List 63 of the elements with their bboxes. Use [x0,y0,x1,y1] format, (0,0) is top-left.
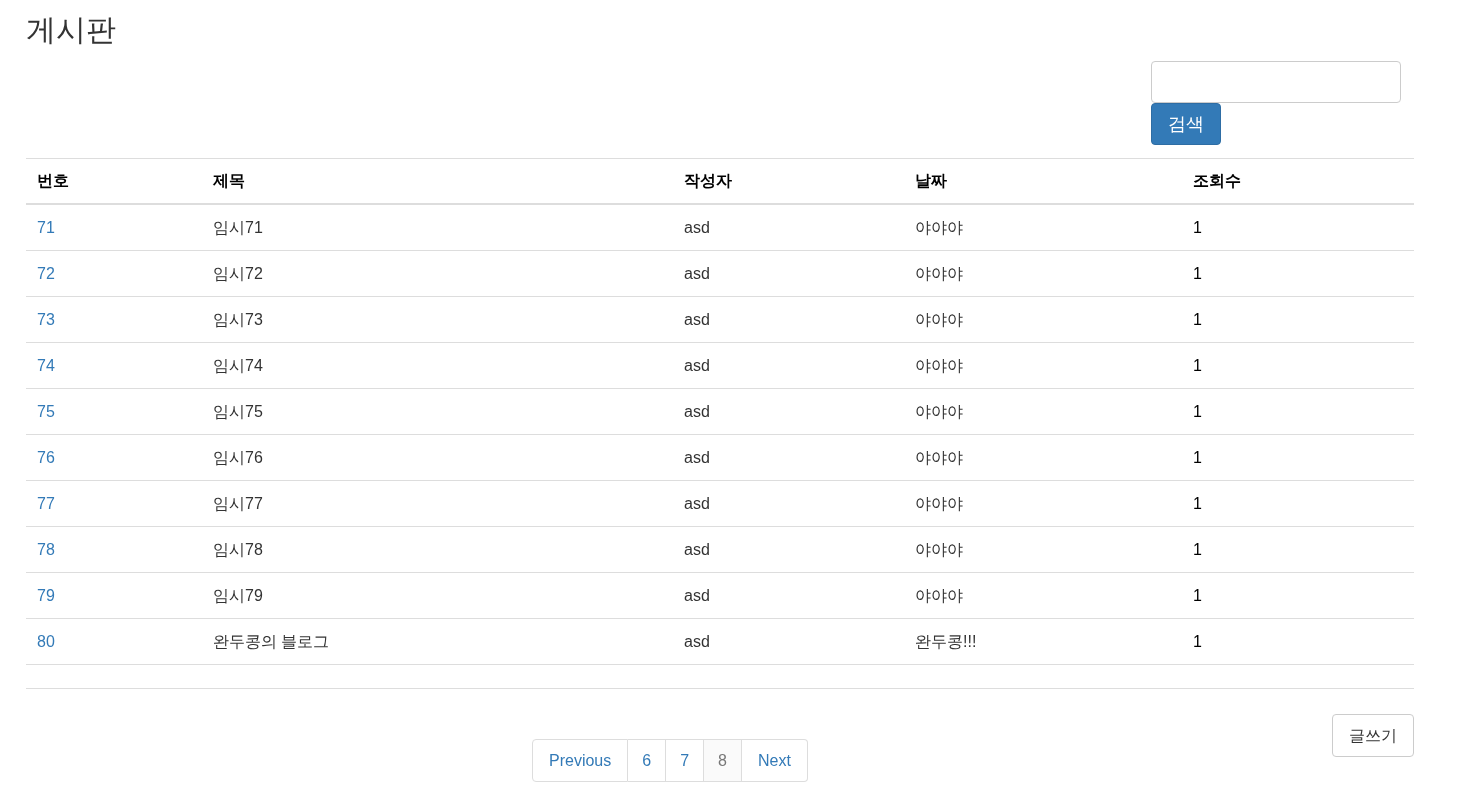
view-count-cell: 1 [1193,218,1202,236]
column-header: 작성자 [684,172,732,189]
post-number-link[interactable]: 78 [37,540,55,558]
view-count-cell: 1 [1193,494,1202,512]
date-cell: 야야야 [915,448,963,466]
view-count-cell: 1 [1193,448,1202,466]
view-count-cell: 1 [1193,586,1202,604]
date-cell: 야야야 [915,494,963,512]
author-cell: asd [684,540,710,558]
author-cell: asd [684,586,710,604]
view-count-cell: 1 [1193,264,1202,282]
page-title: 게시판 [26,12,116,48]
post-title: 임시77 [213,494,263,512]
column-header: 번호 [37,172,69,189]
post-number-link[interactable]: 71 [37,218,55,236]
author-cell: asd [684,356,710,374]
post-title: 임시72 [213,264,263,282]
date-cell: 야야야 [915,402,963,420]
post-number-link[interactable]: 77 [37,494,55,512]
post-title: 임시79 [213,586,263,604]
post-title: 임시74 [213,356,263,374]
write-button[interactable]: 글쓰기 [1332,714,1414,757]
post-title: 임시78 [213,540,263,558]
post-title: 임시75 [213,402,263,420]
view-count-cell: 1 [1193,402,1202,420]
post-number-link[interactable]: 76 [37,448,55,466]
date-cell: 야야야 [915,540,963,558]
post-number-link[interactable]: 73 [37,310,55,328]
page-link[interactable]: 8 [704,739,742,782]
author-cell: asd [684,310,710,328]
author-cell: asd [684,632,710,650]
author-cell: asd [684,264,710,282]
post-number-link[interactable]: 72 [37,264,55,282]
date-cell: 야야야 [915,218,963,236]
author-cell: asd [684,448,710,466]
column-header: 날짜 [915,172,947,189]
post-title: 임시71 [213,218,263,236]
post-title: 임시73 [213,310,263,328]
date-cell: 완두콩!!! [915,632,977,650]
post-number-link[interactable]: 75 [37,402,55,420]
previous-page-link[interactable]: Previous [532,739,629,782]
post-title: 임시76 [213,448,263,466]
view-count-cell: 1 [1193,540,1202,558]
page-link[interactable]: 6 [628,739,667,782]
column-header: 제목 [213,172,245,189]
view-count-cell: 1 [1193,632,1202,650]
post-title: 완두콩의 블로그 [213,632,330,650]
column-header: 조회수 [1193,172,1241,189]
date-cell: 야야야 [915,310,963,328]
search-button[interactable]: 검색 [1151,103,1221,145]
view-count-cell: 1 [1193,310,1202,328]
author-cell: asd [684,402,710,420]
author-cell: asd [684,494,710,512]
date-cell: 야야야 [915,264,963,282]
date-cell: 야야야 [915,356,963,374]
post-number-link[interactable]: 74 [37,356,55,374]
next-page-link[interactable]: Next [741,739,808,782]
post-number-link[interactable]: 79 [37,586,55,604]
search-field[interactable] [1151,61,1401,103]
author-cell: asd [684,218,710,236]
view-count-cell: 1 [1193,356,1202,374]
date-cell: 야야야 [915,586,963,604]
post-number-link[interactable]: 80 [37,632,55,650]
